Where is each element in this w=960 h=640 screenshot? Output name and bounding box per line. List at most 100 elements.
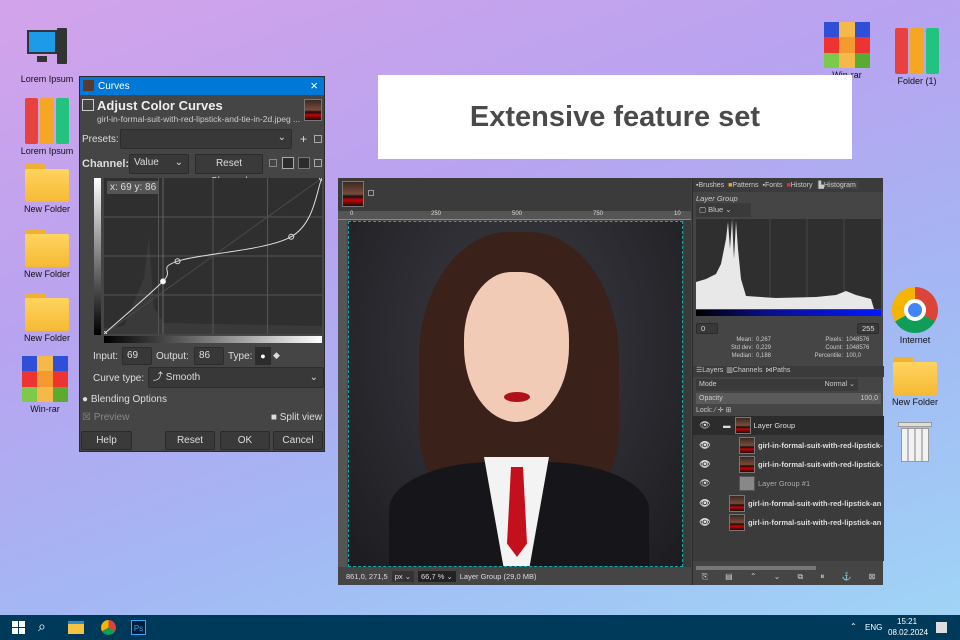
desktop-icon-folder-1[interactable]: Folder (1): [882, 26, 952, 86]
windows-start-button[interactable]: [12, 621, 25, 634]
tab-brushes[interactable]: ▪Brushes: [696, 182, 724, 189]
layer-row[interactable]: 👁 girl-in-formal-suit-with-red-lipstick-: [693, 455, 884, 474]
layer-thumbnail: [739, 456, 755, 473]
image-canvas[interactable]: [348, 221, 683, 567]
ok-button[interactable]: OK: [220, 431, 270, 450]
layer-name: Layer Group #1: [758, 479, 811, 488]
tab-paths[interactable]: ⋈Paths: [766, 366, 791, 377]
presets-dropdown[interactable]: ⌄: [120, 129, 292, 149]
blending-options-toggle[interactable]: ● Blending Options: [82, 394, 167, 405]
tab-histogram[interactable]: ▙Histogram: [816, 181, 858, 189]
new-layer-button[interactable]: ⎘: [702, 572, 708, 585]
output-spinbox[interactable]: 86: [194, 347, 224, 365]
clock-time[interactable]: 15:21: [897, 617, 917, 626]
reset-channel-button[interactable]: Reset Channel: [195, 154, 263, 187]
binders-icon: [25, 96, 69, 144]
chrome-taskbar-icon[interactable]: [101, 620, 116, 635]
tab-history[interactable]: ■History: [786, 182, 812, 189]
anchor-layer-button[interactable]: ⚓: [842, 572, 852, 585]
delete-layer-button[interactable]: ⊠: [869, 572, 876, 585]
layer-row[interactable]: 👁 girl-in-formal-suit-with-red-lipstick-a…: [693, 513, 884, 532]
lower-layer-button[interactable]: ⌄: [774, 572, 781, 585]
split-view-checkbox[interactable]: ■ Split view: [271, 412, 322, 423]
tab-channels[interactable]: ▥Channels: [726, 366, 762, 377]
log-histogram-button[interactable]: [282, 157, 294, 169]
binders-icon: [895, 26, 939, 74]
histogram-channel-dropdown[interactable]: ▢ Blue ⌄: [696, 203, 751, 217]
image-tab[interactable]: [342, 181, 364, 207]
zoom-dropdown[interactable]: 66,7 % ⌄: [418, 570, 456, 582]
file-explorer-icon[interactable]: [68, 621, 84, 634]
layer-row[interactable]: 👁 girl-in-formal-suit-with-red-lipstick-a…: [693, 494, 884, 513]
clock-date[interactable]: 08.02.2024: [888, 628, 928, 637]
notification-icon[interactable]: [936, 622, 947, 633]
desktop-icon-lorem-ipsum-binders[interactable]: Lorem Ipsum: [12, 96, 82, 156]
linear-histogram-button[interactable]: [269, 159, 277, 167]
eye-icon[interactable]: 👁: [699, 420, 711, 431]
curves-dialog: Curves × Adjust Color Curves girl-in-for…: [79, 76, 325, 452]
histogram-min-input[interactable]: 0: [696, 323, 718, 334]
reset-button[interactable]: Reset: [165, 431, 215, 450]
corner-point-type-button[interactable]: ◆: [273, 350, 280, 361]
tab-layers[interactable]: ☰Layers: [696, 366, 723, 377]
desktop-icon-new-folder[interactable]: New Folder: [12, 164, 82, 214]
unit-dropdown[interactable]: px ⌄: [391, 570, 415, 582]
desktop-icon-new-folder[interactable]: New Folder: [12, 229, 82, 279]
layer-row[interactable]: 👁 ▬ Layer Group: [693, 416, 884, 435]
close-tab-icon[interactable]: [368, 190, 374, 196]
add-preset-button[interactable]: +: [300, 132, 307, 146]
desktop-icon-win-rar[interactable]: Win-rar: [812, 22, 882, 80]
duplicate-layer-button[interactable]: ⧉: [798, 572, 804, 585]
eye-icon[interactable]: 👁: [699, 517, 711, 528]
desktop-icon-win-rar[interactable]: Win-rar: [10, 356, 80, 414]
layer-row[interactable]: 👁 girl-in-formal-suit-with-red-lipstick-: [693, 436, 884, 455]
layer-name: Layer Group: [753, 421, 796, 430]
histogram-max-input[interactable]: 255: [857, 323, 879, 334]
min-value: 0: [701, 324, 706, 333]
desktop-icon-new-folder[interactable]: New Folder: [880, 357, 950, 407]
tab-label: Channels: [732, 367, 763, 374]
eye-icon[interactable]: 👁: [699, 440, 711, 451]
eye-icon[interactable]: 👁: [699, 459, 711, 470]
cancel-button[interactable]: Cancel: [273, 431, 323, 450]
opacity-slider[interactable]: Opacity 100,0: [696, 393, 881, 404]
desktop-icon-lorem-ipsum-computer[interactable]: Lorem Ipsum: [12, 28, 82, 84]
vertical-ruler: [338, 220, 347, 567]
icon-label: Folder (1): [897, 76, 937, 86]
layer-thumbnail: [729, 514, 745, 531]
tab-patterns[interactable]: ■Patterns: [728, 182, 758, 189]
vertical-scrollbar[interactable]: [684, 220, 691, 567]
layer-row[interactable]: 👁 Layer Group #1: [693, 474, 884, 493]
search-icon[interactable]: ⌕: [38, 618, 46, 635]
help-button[interactable]: Help: [81, 431, 132, 450]
stat-value: 1048576: [846, 337, 870, 343]
desktop-icon-new-folder[interactable]: New Folder: [12, 293, 82, 343]
icon-label: New Folder: [23, 269, 70, 279]
merge-layer-button[interactable]: ⏸: [820, 572, 824, 585]
histogram-mode-button[interactable]: [314, 159, 322, 167]
eye-icon[interactable]: 👁: [699, 498, 711, 509]
input-spinbox[interactable]: 69: [122, 347, 152, 365]
desktop-icon-recycle-bin[interactable]: [880, 420, 950, 466]
preset-menu-button[interactable]: [314, 135, 322, 143]
language-indicator[interactable]: ENG: [865, 623, 882, 632]
channel-dropdown[interactable]: Value ⌄: [129, 154, 189, 174]
curve-type-dropdown[interactable]: ⤴ Smooth ⌄: [148, 367, 324, 388]
smooth-point-type-button[interactable]: ●: [255, 347, 271, 365]
tray-overflow-icon[interactable]: ⌃: [850, 622, 857, 631]
horizontal-ruler: 0 250 500 750 10: [338, 211, 691, 220]
mode-dropdown[interactable]: Mode Normal ⌄: [696, 379, 858, 391]
tab-fonts[interactable]: ▪Fonts: [762, 182, 782, 189]
desktop-icon-internet[interactable]: Internet: [880, 287, 950, 345]
preview-checkbox[interactable]: ☒ Preview: [82, 412, 129, 423]
layers-scrollbar[interactable]: [696, 566, 816, 570]
raise-layer-button[interactable]: ⌃: [750, 572, 757, 585]
eye-icon[interactable]: 👁: [699, 478, 711, 489]
photoshop-taskbar-icon[interactable]: Ps: [131, 620, 146, 635]
chrome-icon: [892, 287, 938, 333]
curve-control-point[interactable]: [159, 278, 166, 285]
close-button[interactable]: ×: [310, 78, 318, 93]
histogram-view-button[interactable]: [298, 157, 310, 169]
curve-graph[interactable]: [104, 178, 322, 334]
new-group-button[interactable]: ▤: [725, 572, 733, 585]
